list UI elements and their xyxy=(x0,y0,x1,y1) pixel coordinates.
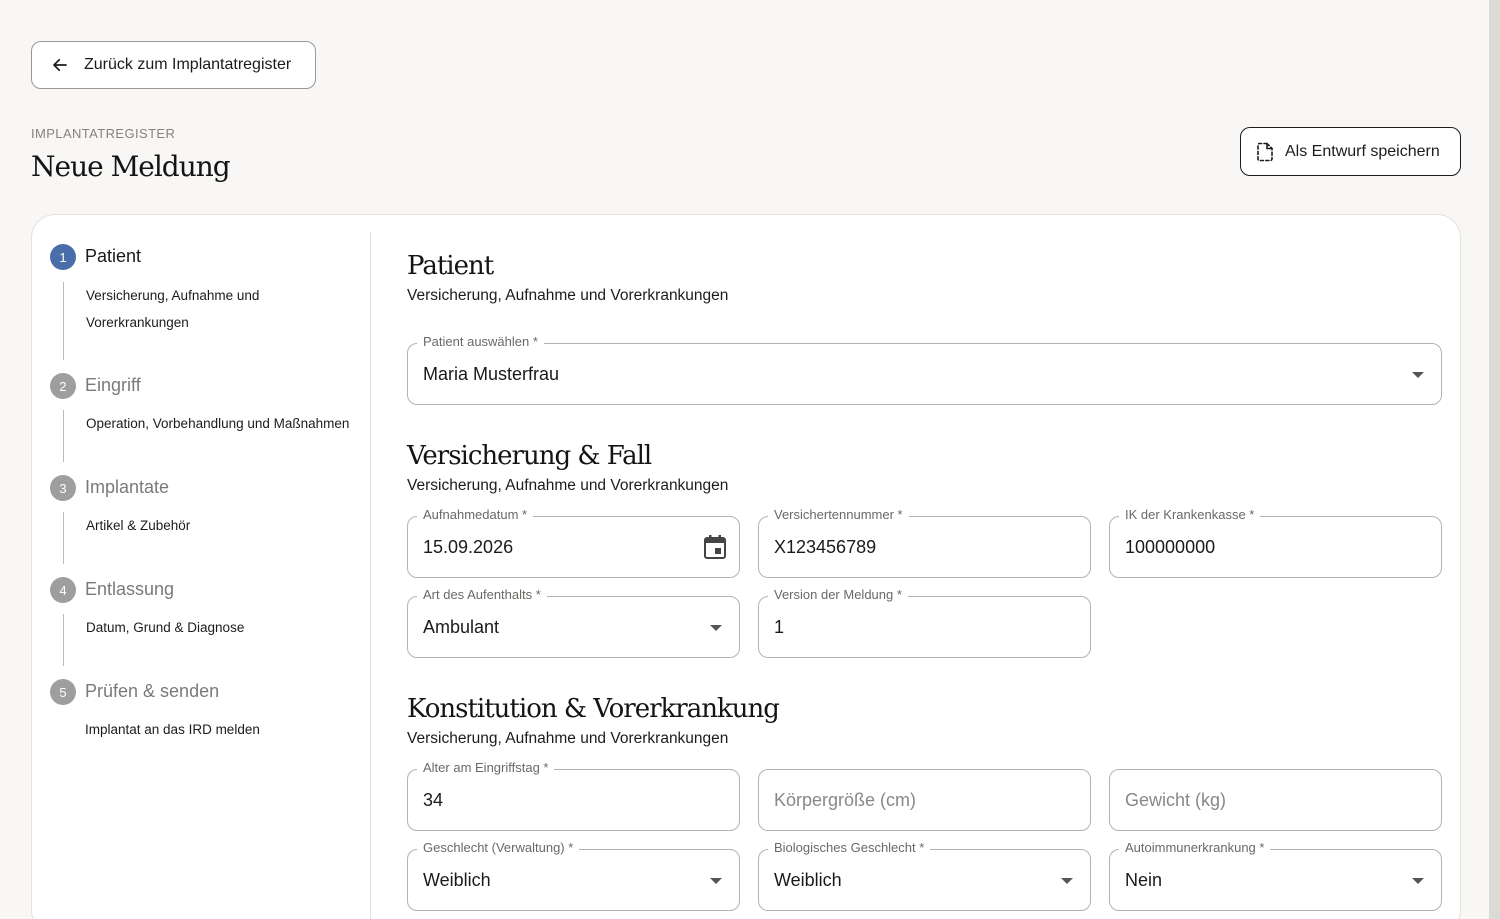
window-edge xyxy=(1489,0,1500,919)
chevron-down-icon xyxy=(1061,878,1073,884)
stay-type-value: Ambulant xyxy=(423,617,500,637)
insurance-number-label: Versichertennummer * xyxy=(768,507,909,522)
back-to-registry-button[interactable]: Zurück zum Implantatregister xyxy=(31,41,316,89)
ik-number-label: IK der Krankenkasse * xyxy=(1119,507,1261,522)
autoimmune-select[interactable]: Autoimmunerkrankung * Nein xyxy=(1109,840,1442,911)
arrow-left-icon xyxy=(53,58,67,72)
patient-select[interactable]: Patient auswählen * Maria Musterfrau xyxy=(407,334,1442,405)
save-draft-label: Als Entwurf speichern xyxy=(1285,142,1440,160)
step-number-5[interactable]: 5 xyxy=(50,679,76,705)
back-button-label: Zurück zum Implantatregister xyxy=(84,56,292,73)
page-overline: IMPLANTATREGISTER xyxy=(31,126,176,141)
report-version-value: 1 xyxy=(774,617,785,637)
step-description-pruefen: Implantat an das IRD melden xyxy=(85,722,260,737)
weight-field[interactable]: Gewicht (kg) xyxy=(1109,769,1442,831)
gender-bio-value: Weiblich xyxy=(774,870,842,890)
step-connector xyxy=(62,614,64,666)
age-field[interactable]: Alter am Eingriffstag * 34 xyxy=(407,760,740,831)
step-connector xyxy=(62,282,64,360)
section-title-patient: Patient xyxy=(407,251,494,281)
gender-admin-label: Geschlecht (Verwaltung) * xyxy=(417,840,580,855)
report-version-label: Version der Meldung * xyxy=(768,587,908,602)
report-version-field[interactable]: Version der Meldung * 1 xyxy=(758,587,1091,658)
step-label-entlassung[interactable]: Entlassung xyxy=(85,579,174,600)
step-description-entlassung: Datum, Grund & Diagnose xyxy=(86,620,245,635)
stay-type-select[interactable]: Art des Aufenthalts * Ambulant xyxy=(407,587,740,658)
page-title: Neue Meldung xyxy=(31,150,231,183)
calendar-icon[interactable] xyxy=(703,534,727,560)
section-subtitle-constitution: Versicherung, Aufnahme und Vorerkrankung… xyxy=(407,730,729,747)
gender-admin-value: Weiblich xyxy=(423,870,491,890)
section-title-insurance: Versicherung & Fall xyxy=(407,441,652,471)
stay-type-label: Art des Aufenthalts * xyxy=(417,587,547,602)
step-description-eingriff: Operation, Vorbehandlung und Maßnahmen xyxy=(86,416,350,431)
step-number-2[interactable]: 2 xyxy=(50,373,76,399)
section-subtitle-patient: Versicherung, Aufnahme und Vorerkrankung… xyxy=(407,287,729,304)
step-label-implantate[interactable]: Implantate xyxy=(85,477,169,498)
draft-document-icon xyxy=(1257,142,1273,161)
step-number-3[interactable]: 3 xyxy=(50,475,76,501)
age-label: Alter am Eingriffstag * xyxy=(417,760,555,775)
chevron-down-icon xyxy=(710,625,722,631)
autoimmune-label: Autoimmunerkrankung * xyxy=(1119,840,1271,855)
age-value: 34 xyxy=(423,790,444,810)
step-connector xyxy=(62,410,64,462)
ik-number-value: 100000000 xyxy=(1125,537,1216,557)
step-label-patient[interactable]: Patient xyxy=(85,246,141,267)
patient-select-label: Patient auswählen * xyxy=(417,334,544,349)
height-field[interactable]: Körpergröße (cm) xyxy=(758,769,1091,831)
save-draft-button[interactable]: Als Entwurf speichern xyxy=(1240,127,1461,176)
height-placeholder: Körpergröße (cm) xyxy=(774,790,917,810)
admission-date-value: 15.09.2026 xyxy=(423,537,514,557)
step-label-eingriff[interactable]: Eingriff xyxy=(85,375,141,396)
chevron-down-icon xyxy=(1412,878,1424,884)
section-subtitle-insurance: Versicherung, Aufnahme und Vorerkrankung… xyxy=(407,477,729,494)
gender-admin-select[interactable]: Geschlecht (Verwaltung) * Weiblich xyxy=(407,840,740,911)
step-number-1[interactable]: 1 xyxy=(50,244,76,270)
step-connector xyxy=(62,512,64,564)
step-description-implantate: Artikel & Zubehör xyxy=(86,518,191,533)
step-label-pruefen[interactable]: Prüfen & senden xyxy=(85,681,219,702)
patient-select-value: Maria Musterfrau xyxy=(423,364,560,384)
section-title-constitution: Konstitution & Vorerkrankung xyxy=(407,694,780,724)
gender-bio-select[interactable]: Biologisches Geschlecht * Weiblich xyxy=(758,840,1091,911)
ik-number-field[interactable]: IK der Krankenkasse * 100000000 xyxy=(1109,507,1442,578)
weight-placeholder: Gewicht (kg) xyxy=(1125,790,1227,810)
chevron-down-icon xyxy=(710,878,722,884)
step-number-4[interactable]: 4 xyxy=(50,577,76,603)
insurance-number-value: X123456789 xyxy=(774,537,877,557)
step-description-patient: Versicherung, Aufnahme und Vorerkrankung… xyxy=(86,288,260,330)
admission-date-field[interactable]: Aufnahmedatum * 15.09.2026 xyxy=(407,507,740,578)
insurance-number-field[interactable]: Versichertennummer * X123456789 xyxy=(758,507,1091,578)
admission-date-label: Aufnahmedatum * xyxy=(417,507,534,522)
chevron-down-icon xyxy=(1412,372,1424,378)
stepper-divider xyxy=(370,232,371,919)
autoimmune-value: Nein xyxy=(1125,870,1163,890)
gender-bio-label: Biologisches Geschlecht * xyxy=(768,840,931,855)
